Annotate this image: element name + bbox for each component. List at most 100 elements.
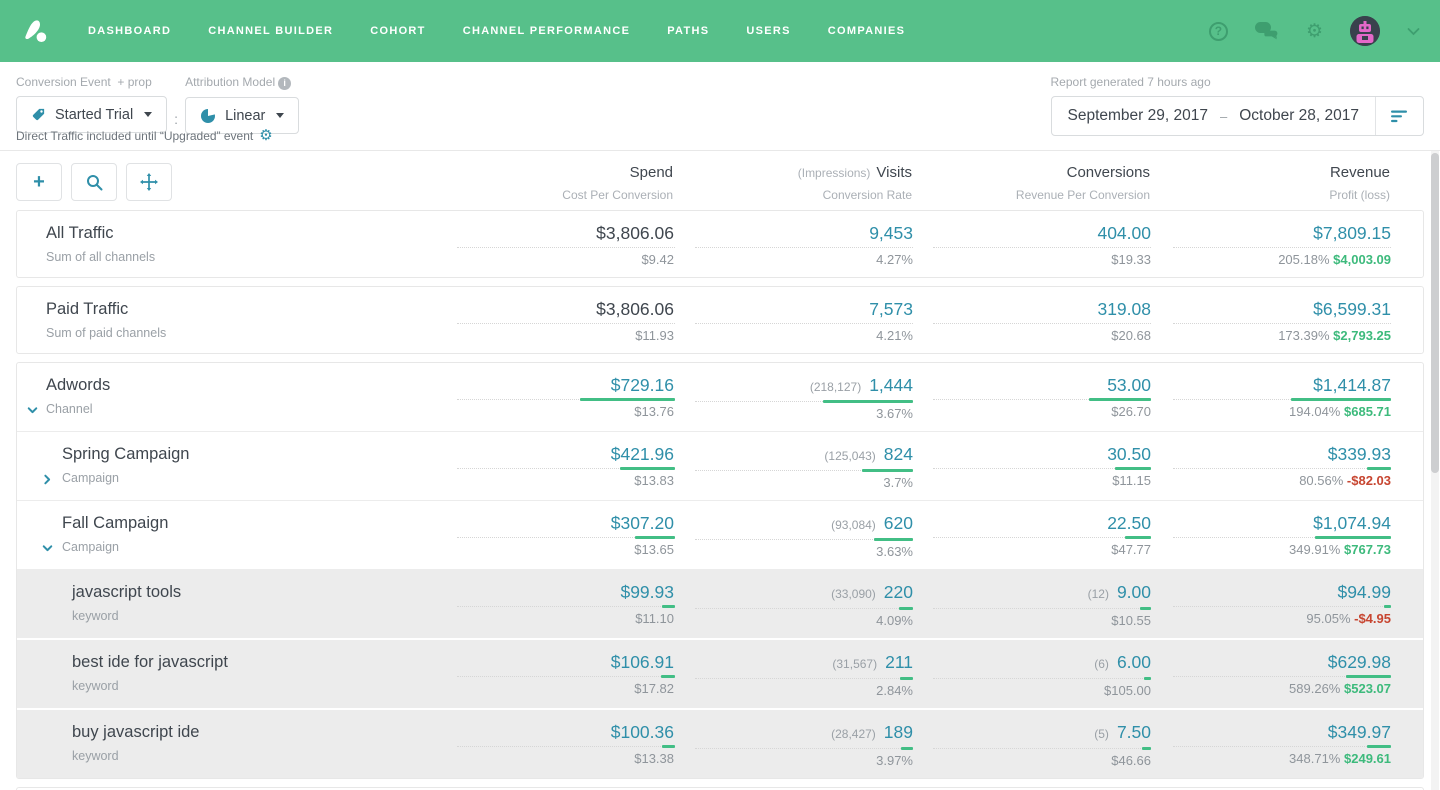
info-icon[interactable]: i [278,77,291,90]
nav-item-cohort[interactable]: COHORT [370,25,425,37]
conversions-cell: (12)9.00$10.55 [913,581,1151,629]
impressions-value: (125,043) [824,449,875,463]
search-button[interactable] [71,163,117,201]
table-row[interactable]: javascript toolskeyword$99.93$11.10(33,0… [17,569,1423,638]
performance-table: + Spend C [0,150,1440,790]
conversions-cell-bar [933,535,1151,540]
table-row[interactable]: buy javascript idekeyword$100.36$13.38(2… [17,708,1423,778]
spend-cell-subvalue: $17.82 [457,680,674,697]
visits-cell: (218,127)1,4443.67% [674,374,913,422]
visits-cell: (28,427)1893.97% [674,721,913,769]
nav-item-dashboard[interactable]: DASHBOARD [88,25,171,37]
table-row[interactable]: Spring CampaignCampaign$421.96$13.83(125… [17,431,1423,500]
conversions-cell-value: (12)9.00 [913,581,1151,605]
revenue-cell-value: $7,809.15 [1151,222,1391,244]
conversions-cell-subvalue: $11.15 [913,472,1151,489]
visits-cell-value: (28,427)189 [674,721,913,745]
revenue-cell: $6,599.31173.39% $2,793.25 [1151,298,1391,344]
conversions-cell: 404.00$19.33 [913,222,1151,268]
account-caret-icon[interactable] [1407,27,1420,36]
spend-cell-bar [457,744,675,749]
conversions-cell: (6)6.00$105.00 [913,651,1151,699]
revenue-cell: $339.9380.56% -$82.03 [1151,443,1391,491]
spend-cell-subvalue: $13.83 [457,472,674,489]
visits-cell-subvalue: 4.27% [674,251,913,268]
spend-cell: $99.93$11.10 [457,581,674,629]
caret-down-icon [276,113,284,118]
impressions-value: (33,090) [831,587,876,601]
chevron-down-icon[interactable] [26,404,39,422]
scrollbar-thumb[interactable] [1431,153,1439,473]
revenue-cell: $629.98589.26% $523.07 [1151,651,1391,699]
revenue-cell-bar [1173,245,1391,250]
spend-cell-bar [457,397,675,402]
help-icon[interactable]: ? [1209,22,1228,41]
nav-item-users[interactable]: USERS [746,25,790,37]
header-conversions[interactable]: Conversions Revenue Per Conversion [912,163,1150,202]
settings-gear-icon[interactable]: ⚙ [1306,22,1323,41]
table-row[interactable]: AdwordsChannel$729.16$13.76(218,127)1,44… [17,363,1423,431]
add-prop-link[interactable]: + prop [117,75,151,89]
chevron-down-icon[interactable] [41,542,54,560]
search-icon [86,174,103,191]
visits-cell-value: (125,043)824 [674,443,913,467]
visits-cell: (93,084)6203.63% [674,512,913,560]
note-settings-gear-icon[interactable]: ⚙ [259,128,272,143]
add-button[interactable]: + [16,163,62,201]
date-separator: – [1220,109,1227,124]
chevron-right-icon[interactable] [41,473,54,491]
spend-cell: $106.91 $17.82 [457,651,674,699]
tag-icon [31,107,46,122]
app-logo-icon[interactable] [20,14,54,48]
table-row[interactable]: best ide for javascriptkeyword$106.91$17… [17,638,1423,708]
visits-cell-bar [695,399,913,404]
header-revenue[interactable]: Revenue Profit (loss) [1150,163,1390,202]
visits-cell: (125,043)8243.7% [674,443,913,491]
conversions-cell-value: 53.00 [913,374,1151,396]
header-spend[interactable]: Spend Cost Per Conversion [456,163,673,202]
visits-cell-bar [695,468,913,473]
conversions-cell-bar [933,746,1151,751]
revenue-cell-bar [1173,744,1391,749]
row-name-cell: buy javascript idekeyword [17,721,457,769]
spend-cell: $421.96$13.83 [457,443,674,491]
row-title: Spring Campaign [62,443,457,465]
avatar[interactable] [1350,16,1380,46]
conversions-cell-bar [933,397,1151,402]
row-subtitle: Campaign [62,471,457,485]
table-row[interactable]: Fall CampaignCampaign$307.20$13.65(93,08… [17,500,1423,569]
table-toolbar: + [16,163,456,202]
spend-cell-value: $106.91 [457,651,674,673]
chat-icon[interactable] [1255,22,1279,40]
nav-item-companies[interactable]: COMPANIES [828,25,906,37]
conversions-cell-value: 319.08 [913,298,1151,320]
visits-cell-bar [695,245,913,250]
spend-cell-bar [457,604,675,609]
nav-item-channel-performance[interactable]: CHANNEL PERFORMANCE [463,25,631,37]
move-icon [140,173,158,191]
visits-cell-bar [695,537,913,542]
date-range-picker[interactable]: September 29, 2017 – October 28, 2017 [1051,96,1424,136]
table-card: All TrafficSum of all channels$3,806.06$… [16,210,1424,278]
table-row[interactable]: Paid TrafficSum of paid channels$3,806.0… [17,287,1423,353]
spend-cell-subvalue: $13.65 [457,541,674,558]
row-subtitle: keyword [72,749,457,763]
move-button[interactable] [126,163,172,201]
date-options-button[interactable] [1375,97,1423,135]
conversions-cell: 53.00$26.70 [913,374,1151,422]
spend-cell-value: $100.36 [457,721,674,743]
nav-item-channel-builder[interactable]: CHANNEL BUILDER [208,25,333,37]
scrollbar-track[interactable] [1431,151,1439,790]
row-title: Adwords [46,374,457,396]
visits-cell: (33,090)2204.09% [674,581,913,629]
revenue-cell-bar [1173,604,1391,609]
row-subtitle: keyword [72,679,457,693]
table-row[interactable]: All TrafficSum of all channels$3,806.06$… [17,211,1423,277]
visits-cell-bar [695,606,913,611]
spend-cell-value: $99.93 [457,581,674,603]
nav-item-paths[interactable]: PATHS [667,25,709,37]
conversions-cell-subvalue: $19.33 [913,251,1151,268]
conversions-cell-value: 30.50 [913,443,1151,465]
header-visits[interactable]: (Impressions)Visits Conversion Rate [673,163,912,202]
conversions-cell-bar [933,606,1151,611]
